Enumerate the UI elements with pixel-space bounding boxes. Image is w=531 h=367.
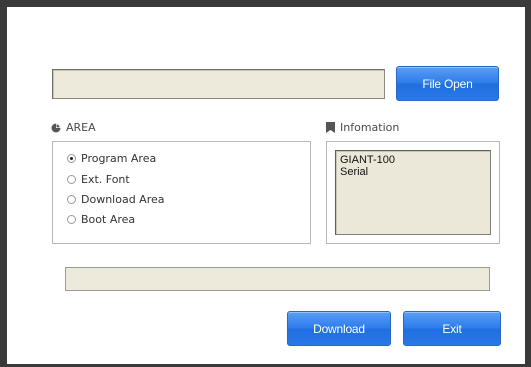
info-textbox[interactable]: GIANT-100 Serial [335, 150, 491, 235]
radio-button[interactable] [67, 215, 76, 224]
window-frame-top [0, 0, 531, 7]
radio-button[interactable] [67, 154, 76, 163]
radio-boot-area[interactable]: Boot Area [67, 213, 135, 226]
radio-label: Program Area [81, 152, 157, 165]
radio-label: Boot Area [81, 213, 136, 226]
radio-label: Ext. Font [81, 173, 130, 186]
radio-ext-font[interactable]: Ext. Font [67, 173, 130, 186]
radio-button[interactable] [67, 175, 76, 184]
window-frame-right [525, 0, 531, 367]
area-group: Program Area Ext. Font Download Area Boo… [52, 141, 311, 244]
area-title-label: AREA [66, 121, 96, 134]
area-section-title: AREA [51, 121, 96, 134]
info-line-interface: Serial [340, 166, 369, 178]
exit-button[interactable]: Exit [403, 311, 501, 346]
radio-program-area[interactable]: Program Area [67, 152, 156, 165]
bookmark-icon [326, 122, 335, 133]
pie-chart-icon [51, 123, 61, 132]
radio-button[interactable] [67, 195, 76, 204]
radio-download-area[interactable]: Download Area [67, 193, 165, 206]
radio-label: Download Area [81, 193, 165, 206]
file-path-input[interactable] [52, 69, 385, 99]
info-group: GIANT-100 Serial [326, 141, 500, 244]
info-line-model: GIANT-100 [340, 154, 396, 166]
info-title-label: Infomation [340, 121, 400, 134]
progress-status-bar [65, 267, 490, 291]
window-frame-left [0, 0, 7, 367]
file-open-button[interactable]: File Open [396, 66, 499, 101]
info-section-title: Infomation [326, 121, 399, 134]
downloader-window: File Open AREA Infomation Program Area E… [0, 0, 531, 367]
download-button[interactable]: Download [287, 311, 391, 346]
